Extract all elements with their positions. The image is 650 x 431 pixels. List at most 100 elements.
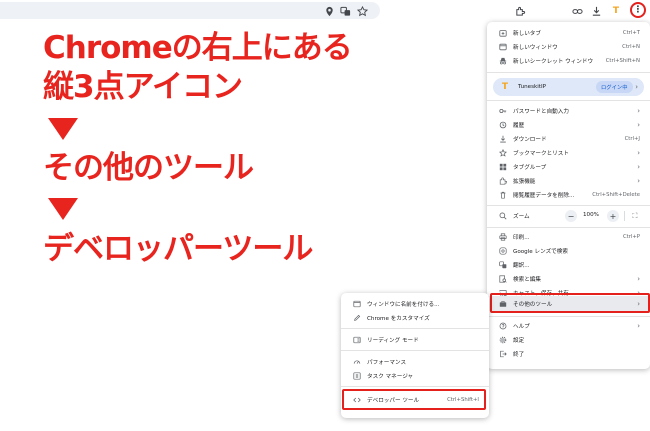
menu-item-google-lens[interactable]: Google レンズで検索 — [487, 244, 650, 258]
trash-icon — [498, 191, 507, 200]
translate-page-icon[interactable] — [338, 4, 352, 18]
menu-item-extensions[interactable]: 拡張機能 › — [487, 174, 650, 188]
menu-item-find-and-edit[interactable]: 検索と編集 › — [487, 272, 650, 286]
zoom-out-button[interactable]: − — [565, 210, 577, 222]
more-tools-highlight-box — [490, 293, 650, 313]
submenu-item-name-window[interactable]: ウィンドウに名前を付ける... — [341, 297, 489, 311]
menu-item-shortcut: Ctrl+P — [622, 234, 640, 240]
help-icon — [498, 322, 507, 331]
chrome-main-menu: 新しいタブ Ctrl+T 新しいウィンドウ Ctrl+N 新しいシークレット ウ… — [487, 22, 650, 369]
chevron-right-icon: › — [637, 275, 640, 283]
menu-item-label: Google レンズで検索 — [513, 249, 568, 255]
key-icon — [498, 107, 507, 116]
profile-row[interactable]: T TuneskitIP ログイン中 › — [493, 78, 644, 96]
bookmark-star-icon[interactable] — [355, 4, 369, 18]
menu-item-shortcut: Ctrl+Shift+N — [605, 58, 640, 64]
menu-item-history[interactable]: 履歴 › — [487, 118, 650, 132]
menu-item-new-tab[interactable]: 新しいタブ Ctrl+T — [487, 26, 650, 40]
chrome-menu-button[interactable]: ⋮ — [630, 2, 646, 18]
exit-icon — [498, 350, 507, 359]
menu-item-label: 印刷... — [513, 235, 530, 241]
menu-item-shortcut: Ctrl+N — [622, 44, 640, 50]
menu-item-new-window[interactable]: 新しいウィンドウ Ctrl+N — [487, 40, 650, 54]
fullscreen-icon[interactable]: ⛶ — [629, 210, 641, 222]
download-icon — [498, 135, 507, 144]
menu-item-label: 新しいタブ — [513, 31, 541, 37]
menu-item-label: 閲覧履歴データを削除... — [513, 193, 575, 199]
chevron-right-icon: › — [637, 163, 640, 171]
down-triangle-icon — [48, 198, 78, 220]
menu-item-shortcut: Ctrl+Shift+Delete — [592, 192, 640, 198]
submenu-item-label: タスク マネージャ — [367, 374, 414, 380]
menu-item-downloads[interactable]: ダウンロード Ctrl+J — [487, 132, 650, 146]
instruction-line-1: Chromeの右上にある — [43, 30, 353, 66]
signed-in-badge: ログイン中 — [596, 81, 633, 93]
lens-icon — [498, 247, 507, 256]
history-icon — [498, 121, 507, 130]
submenu-item-reading-mode[interactable]: リーディング モード — [341, 333, 489, 347]
profile-name: TuneskitIP — [518, 84, 547, 90]
instruction-line-4: デベロッパーツール — [43, 231, 313, 267]
location-pin-icon[interactable] — [322, 4, 336, 18]
chevron-right-icon: › — [637, 149, 640, 157]
chevron-right-icon: › — [637, 121, 640, 129]
developer-tools-highlight-box — [342, 389, 486, 410]
menu-item-exit[interactable]: 終了 — [487, 347, 650, 361]
submenu-item-performance[interactable]: パフォーマンス — [341, 355, 489, 369]
instruction-line-3: その他のツール — [43, 150, 254, 186]
menu-item-label: 翻訳... — [513, 263, 530, 269]
extensions-puzzle-icon[interactable] — [513, 4, 527, 18]
zoom-in-button[interactable]: + — [607, 210, 619, 222]
new-window-icon — [498, 43, 507, 52]
menu-item-label: 拡張機能 — [513, 179, 536, 185]
settings-icon — [498, 336, 507, 345]
menu-item-tab-groups[interactable]: タブグループ › — [487, 160, 650, 174]
menu-item-label: 新しいシークレット ウィンドウ — [513, 59, 594, 65]
menu-divider — [487, 227, 650, 228]
submenu-divider — [341, 328, 489, 329]
menu-item-label: ダウンロード — [513, 137, 547, 143]
new-tab-icon — [498, 29, 507, 38]
download-toolbar-icon[interactable] — [589, 4, 603, 18]
menu-item-shortcut: Ctrl+T — [622, 30, 640, 36]
window-icon — [352, 300, 361, 309]
search-edit-icon — [498, 275, 507, 284]
chevron-right-icon: › — [637, 322, 640, 330]
menu-item-zoom: ズーム − 100% + ⛶ — [487, 205, 650, 227]
extension-icon — [498, 177, 507, 186]
submenu-divider — [341, 386, 489, 387]
zoom-divider — [624, 211, 625, 221]
browser-toolbar: T ⋮ — [0, 0, 650, 22]
profile-t-icon[interactable]: T — [609, 4, 623, 18]
menu-divider — [487, 72, 650, 73]
menu-item-help[interactable]: ヘルプ › — [487, 319, 650, 333]
submenu-item-task-manager[interactable]: タスク マネージャ — [341, 369, 489, 383]
menu-item-settings[interactable]: 設定 — [487, 333, 650, 347]
menu-item-label: 履歴 — [513, 123, 525, 129]
menu-item-label: 検索と編集 — [513, 277, 541, 283]
menu-item-label: 終了 — [513, 352, 525, 358]
submenu-item-customize-chrome[interactable]: Chrome をカスタマイズ — [341, 311, 489, 325]
tab-groups-icon — [498, 163, 507, 172]
print-icon — [498, 233, 507, 242]
menu-item-bookmarks[interactable]: ブックマークとリスト › — [487, 146, 650, 160]
instruction-line-2: 縦3点アイコン — [43, 69, 243, 105]
submenu-item-label: パフォーマンス — [367, 360, 407, 366]
task-manager-icon — [352, 372, 361, 381]
menu-item-label: パスワードと自動入力 — [513, 109, 569, 115]
submenu-item-label: Chrome をカスタマイズ — [367, 316, 430, 322]
menu-item-translate[interactable]: 翻訳... — [487, 258, 650, 272]
menu-item-new-incognito-window[interactable]: 新しいシークレット ウィンドウ Ctrl+Shift+N — [487, 54, 650, 68]
link-icon[interactable] — [570, 4, 584, 18]
submenu-item-label: リーディング モード — [367, 338, 419, 344]
menu-item-clear-browsing-data[interactable]: 閲覧履歴データを削除... Ctrl+Shift+Delete — [487, 188, 650, 202]
menu-divider — [487, 100, 650, 101]
reading-mode-icon — [352, 336, 361, 345]
menu-item-print[interactable]: 印刷... Ctrl+P — [487, 230, 650, 244]
menu-item-label: ブックマークとリスト — [513, 151, 569, 157]
zoom-label: ズーム — [513, 214, 530, 220]
menu-item-passwords[interactable]: パスワードと自動入力 › — [487, 104, 650, 118]
translate-icon — [498, 261, 507, 270]
screenshot-root: T ⋮ Chromeの右上にある 縦3点アイコン その他のツール デベロッパーツ… — [0, 0, 650, 431]
chevron-right-icon: › — [637, 107, 640, 115]
